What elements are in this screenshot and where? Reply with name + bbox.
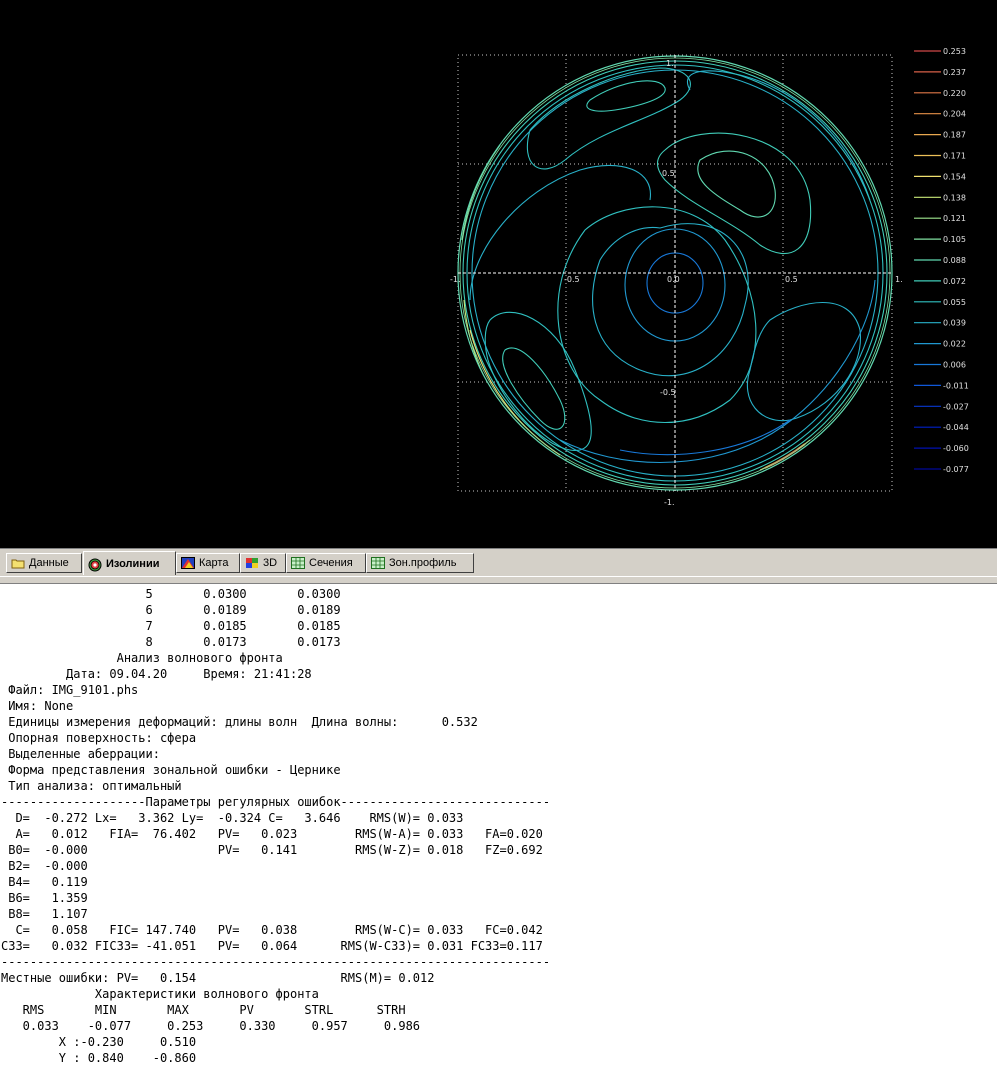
contour-rl-1	[746, 301, 861, 422]
axis-label-y-neg1: -1.	[664, 498, 675, 507]
report-line: B8= 1.107	[1, 907, 88, 921]
axis-label-x-1: 1.	[895, 275, 903, 284]
contour-legend: 0.253 0.237 0.220 0.204 0.187 0.171 0.154 0.138…	[914, 47, 969, 474]
tab-sections-label: Сечения	[309, 557, 353, 569]
report-line: 0.033 -0.077 0.253 0.330 0.957 0.986	[1, 1019, 421, 1033]
report-line: Анализ волнового фронта	[1, 651, 283, 665]
map-icon	[181, 557, 195, 569]
axis-label-x-neg1: -1.	[450, 275, 461, 284]
legend-value: 0.088	[943, 256, 966, 265]
legend-value: 0.237	[943, 68, 966, 77]
report-line: ----------------------------------------…	[1, 955, 551, 969]
contour-ul-2	[526, 67, 691, 170]
legend-value: 0.022	[943, 340, 966, 349]
tab-map[interactable]: Карта	[176, 553, 240, 573]
report-line: RMS MIN MAX PV STRL STRH	[1, 1003, 406, 1017]
contour-swirl-1	[469, 164, 651, 301]
report-line: Единицы измерения деформаций: длины волн…	[1, 715, 478, 729]
legend-value: 0.138	[943, 193, 966, 202]
report-line: 6 0.0189 0.0189	[1, 603, 341, 617]
report-line: 5 0.0300 0.0300	[1, 587, 341, 601]
report-line: 8 0.0173 0.0173	[1, 635, 341, 649]
report-line: B2= -0.000	[1, 859, 88, 873]
report-line: --------------------Параметры регулярных…	[1, 795, 551, 809]
view-tab-bar: Данные Изолинии Карта 3D Сечения Зон.про…	[0, 548, 997, 579]
report-line: Опорная поверхность: сфера	[1, 731, 197, 745]
contour-center-3	[592, 223, 749, 377]
report-line: X :-0.230 0.510	[1, 1035, 197, 1049]
legend-value: 0.154	[943, 172, 966, 181]
tab-data-label: Данные	[29, 557, 69, 569]
axis-label-y-1: 1.	[666, 59, 674, 68]
legend-value: 0.072	[943, 277, 966, 286]
3d-icon	[245, 557, 259, 569]
legend-value: 0.039	[943, 319, 966, 328]
axis-label-x-05: 0.5	[785, 275, 798, 284]
report-line: Выделенные аберрации:	[1, 747, 160, 761]
report-line: C= 0.058 FIC= 147.740 PV= 0.038 RMS(W-C)…	[1, 923, 543, 937]
legend-value: -0.060	[943, 444, 969, 453]
legend-value: -0.011	[943, 381, 969, 390]
contour-ur-1	[697, 150, 776, 218]
tab-zonal-profile-label: Зон.профиль	[389, 557, 457, 569]
legend-value: 0.253	[943, 47, 966, 56]
axis-label-x-neg05: -0.5	[564, 275, 580, 284]
report-line: Тип анализа: оптимальный	[1, 779, 182, 793]
report-line: B0= -0.000 PV= 0.141 RMS(W-Z)= 0.018 FZ=…	[1, 843, 543, 857]
legend-value: 0.055	[943, 298, 966, 307]
report-line: 7 0.0185 0.0185	[1, 619, 341, 633]
legend-value: 0.121	[943, 214, 966, 223]
folder-icon	[11, 557, 25, 569]
edge-band-6	[461, 144, 501, 241]
axis-label-x-0: 0.0	[667, 275, 680, 284]
legend-value: 0.006	[943, 361, 966, 370]
edge-band-4	[764, 443, 806, 469]
tab-3d[interactable]: 3D	[240, 553, 286, 573]
edge-band-3	[759, 439, 811, 471]
report-line: Файл: IMG_9101.phs	[1, 683, 139, 697]
report-line: Характеристики волнового фронта	[1, 987, 319, 1001]
grid-chart-icon	[291, 557, 305, 569]
isoline-plot-area: -1. -0.5 0.0 0.5 1. 1. 0.5 -0.5 -1. 0.25…	[0, 0, 997, 548]
analysis-report[interactable]: 5 0.0300 0.0300 6 0.0189 0.0189 7 0.0185…	[0, 586, 997, 1078]
axis-label-y-05: 0.5	[662, 169, 675, 178]
legend-value: 0.220	[943, 89, 966, 98]
report-line: Дата: 09.04.20 Время: 21:41:28	[1, 667, 312, 681]
isoline-plot: -1. -0.5 0.0 0.5 1. 1. 0.5 -0.5 -1. 0.25…	[450, 47, 969, 507]
grid-chart-icon	[371, 557, 385, 569]
target-icon	[88, 558, 102, 571]
report-line: Y : 0.840 -0.860	[1, 1051, 197, 1065]
tab-isolines[interactable]: Изолинии	[83, 551, 176, 575]
report-line: D= -0.272 Lx= 3.362 Ly= -0.324 C= 3.646 …	[1, 811, 464, 825]
report-text: 5 0.0300 0.0300 6 0.0189 0.0189 7 0.0185…	[0, 586, 997, 1066]
legend-value: 0.204	[943, 110, 966, 119]
report-line: B4= 0.119	[1, 875, 88, 889]
tab-3d-label: 3D	[263, 557, 278, 569]
tab-zonal-profile[interactable]: Зон.профиль	[366, 553, 474, 573]
tab-data[interactable]: Данные	[6, 553, 82, 573]
report-line: C33= 0.032 FIC33= -41.051 PV= 0.064 RMS(…	[1, 939, 543, 953]
tab-map-label: Карта	[199, 557, 229, 569]
legend-value: -0.027	[943, 402, 969, 411]
report-line: A= 0.012 FIA= 76.402 PV= 0.023 RMS(W-A)=…	[1, 827, 543, 841]
axis-label-y-neg05: -0.5	[660, 388, 676, 397]
legend-value: -0.077	[943, 465, 969, 474]
contour-center-4	[557, 206, 757, 423]
report-line: B6= 1.359	[1, 891, 88, 905]
tab-panel-edge	[0, 576, 997, 584]
contour-swirl-2	[559, 279, 876, 463]
tab-isolines-label: Изолинии	[106, 557, 160, 570]
tab-sections[interactable]: Сечения	[286, 553, 366, 573]
legend-value: 0.171	[943, 152, 966, 161]
legend-value: 0.105	[943, 235, 966, 244]
report-line: Форма представления зональной ошибки - Ц…	[1, 763, 341, 777]
report-line: Имя: None	[1, 699, 74, 713]
legend-value: -0.044	[943, 423, 969, 432]
legend-value: 0.187	[943, 131, 966, 140]
report-line: Местные ошибки: PV= 0.154 RMS(M)= 0.012	[1, 971, 435, 985]
